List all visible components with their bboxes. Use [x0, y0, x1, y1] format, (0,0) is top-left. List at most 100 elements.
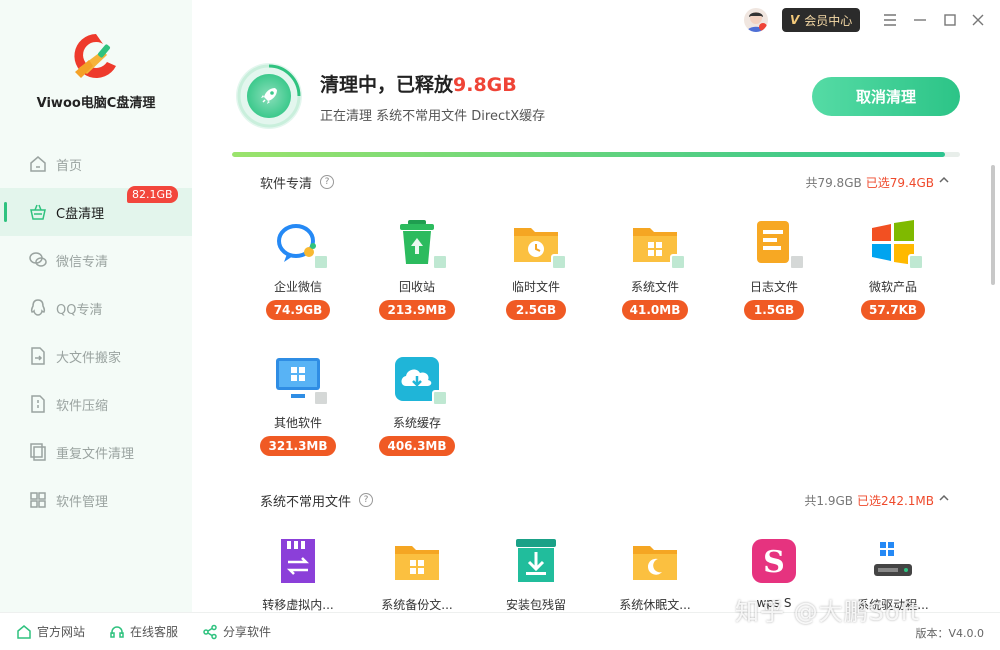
sidebar-item-label: 首页 — [56, 158, 83, 174]
item-size-badge: 321.3MB — [260, 436, 336, 456]
sidebar: Viwoo电脑C盘清理 首页 C盘清理 82.1GB 微信专清 QQ专清 大文件… — [0, 0, 192, 612]
version-label: 版本：V4.0.0 — [915, 627, 984, 640]
section-title: 系统不常用文件 — [260, 494, 352, 510]
vip-center-button[interactable]: V 会员中心 — [782, 8, 861, 32]
share-software-link[interactable]: 分享软件 — [202, 623, 271, 640]
item-name: 回收站 — [398, 280, 435, 294]
sidebar-nav: 首页 C盘清理 82.1GB 微信专清 QQ专清 大文件搬家 软件压缩 重复文件… — [0, 140, 192, 524]
item-tile[interactable]: S wps S — [719, 536, 829, 612]
item-tile[interactable]: 转移虚拟内... — [243, 536, 353, 612]
item-tile[interactable]: 其他软件 321.3MB — [243, 354, 353, 456]
vip-center-label: 会员中心 — [804, 13, 853, 28]
sidebar-item-wechat-clean[interactable]: 微信专清 — [0, 236, 192, 284]
sidebar-item-label: 微信专清 — [56, 254, 109, 270]
status-title-prefix: 清理中，已释放 — [320, 74, 454, 96]
checkbox[interactable] — [313, 254, 329, 270]
cancel-cleaning-button[interactable]: 取消清理 — [812, 77, 960, 116]
qq-icon — [28, 298, 48, 318]
item-tile[interactable]: 系统文件 41.0MB — [600, 218, 710, 320]
sidebar-item-software-compress[interactable]: 软件压缩 — [0, 380, 192, 428]
system-folder-icon — [630, 218, 686, 270]
headset-icon — [110, 625, 124, 638]
help-icon[interactable]: ? — [359, 493, 374, 507]
driver-icon — [868, 536, 918, 586]
sleep-folder-icon — [630, 536, 680, 586]
section-title: 软件专清 — [260, 176, 313, 192]
chevron-up-icon[interactable] — [938, 492, 950, 508]
user-avatar[interactable] — [744, 8, 768, 32]
home-icon — [17, 624, 31, 639]
sidebar-item-home[interactable]: 首页 — [0, 140, 192, 188]
item-tile[interactable]: 安装包残留 — [481, 536, 591, 612]
item-size-badge: 57.7KB — [860, 300, 926, 320]
share-icon — [203, 624, 217, 639]
sidebar-item-label: 软件压缩 — [56, 398, 109, 414]
checkbox[interactable] — [670, 254, 686, 270]
item-tile[interactable]: 系统缓存 406.3MB — [362, 354, 472, 456]
footer-link-label: 官方网站 — [37, 625, 86, 639]
checkbox[interactable] — [313, 390, 329, 406]
c-drive-size-badge: 82.1GB — [127, 186, 178, 203]
temp-folder-icon — [511, 218, 567, 270]
item-name: 日志文件 — [749, 280, 798, 294]
chevron-up-icon[interactable] — [938, 174, 950, 190]
monitor-apps-icon — [273, 354, 329, 406]
item-tile[interactable]: 系统驱动程... — [838, 536, 948, 612]
item-tile[interactable]: 回收站 213.9MB — [362, 218, 472, 320]
vip-v-icon: V — [790, 13, 800, 27]
item-name: 系统缓存 — [392, 416, 441, 430]
status-subtitle: 正在清理 系统不常用文件 DirectX缓存 — [320, 109, 546, 124]
item-tile[interactable]: 系统备份文... — [362, 536, 472, 612]
footer-link-label: 在线客服 — [130, 625, 179, 639]
freed-size: 9.8GB — [453, 74, 517, 96]
sidebar-item-label: QQ专清 — [56, 302, 103, 318]
close-icon[interactable] — [968, 10, 988, 30]
checkbox[interactable] — [432, 254, 448, 270]
checkbox[interactable] — [789, 254, 805, 270]
section-selected: 已选79.4GB — [865, 175, 934, 190]
item-tile[interactable]: 微软产品 57.7KB — [838, 218, 948, 320]
apps-grid-icon — [28, 490, 48, 510]
footer-bar: 官方网站 在线客服 分享软件 版本：V4.0.0 — [0, 612, 1000, 650]
checkbox[interactable] — [432, 390, 448, 406]
section-header-software[interactable]: 软件专清 ? 共79.8GB 已选79.4GB — [260, 172, 950, 192]
item-tile[interactable]: 企业微信 74.9GB — [243, 218, 353, 320]
content-scrollbar[interactable] — [991, 165, 995, 285]
section-selected: 已选242.1MB — [857, 493, 934, 508]
sidebar-item-software-manage[interactable]: 软件管理 — [0, 476, 192, 524]
windows-logo-icon — [868, 218, 924, 270]
item-size-badge: 74.9GB — [265, 300, 331, 320]
wps-icon: S — [749, 536, 799, 586]
rocket-icon — [261, 88, 277, 104]
wechat-icon — [28, 250, 48, 270]
item-tile[interactable]: 临时文件 2.5GB — [481, 218, 591, 320]
broom-basket-icon — [28, 202, 48, 222]
item-size-badge: 213.9MB — [379, 300, 455, 320]
item-name: wps S — [756, 596, 792, 610]
app-logo-block: Viwoo电脑C盘清理 — [0, 28, 192, 111]
item-name: 企业微信 — [273, 280, 322, 294]
item-tile[interactable]: 日志文件 1.5GB — [719, 218, 829, 320]
official-site-link[interactable]: 官方网站 — [16, 623, 85, 640]
item-tile[interactable]: 系统休眠文... — [600, 536, 710, 612]
home-icon — [28, 154, 48, 174]
menu-icon[interactable] — [880, 10, 900, 30]
online-support-link[interactable]: 在线客服 — [109, 623, 178, 640]
help-icon[interactable]: ? — [320, 175, 335, 189]
item-name: 安装包残留 — [505, 598, 566, 612]
item-name: 其他软件 — [273, 416, 322, 430]
log-file-icon — [749, 218, 805, 270]
sidebar-item-label: 软件管理 — [56, 494, 109, 510]
sidebar-item-c-drive-clean[interactable]: C盘清理 82.1GB — [0, 186, 192, 236]
sidebar-item-duplicate-clean[interactable]: 重复文件清理 — [0, 428, 192, 476]
checkbox[interactable] — [551, 254, 567, 270]
section-header-system-uncommon[interactable]: 系统不常用文件 ? 共1.9GB 已选242.1MB — [260, 490, 950, 510]
item-size-badge: 41.0MB — [621, 300, 689, 320]
sidebar-item-qq-clean[interactable]: QQ专清 — [0, 284, 192, 332]
checkbox[interactable] — [908, 254, 924, 270]
sidebar-item-label: 重复文件清理 — [56, 446, 135, 462]
sidebar-item-large-file-move[interactable]: 大文件搬家 — [0, 332, 192, 380]
minimize-icon[interactable] — [910, 10, 930, 30]
cloud-download-icon — [392, 354, 448, 406]
maximize-icon[interactable] — [940, 10, 960, 30]
